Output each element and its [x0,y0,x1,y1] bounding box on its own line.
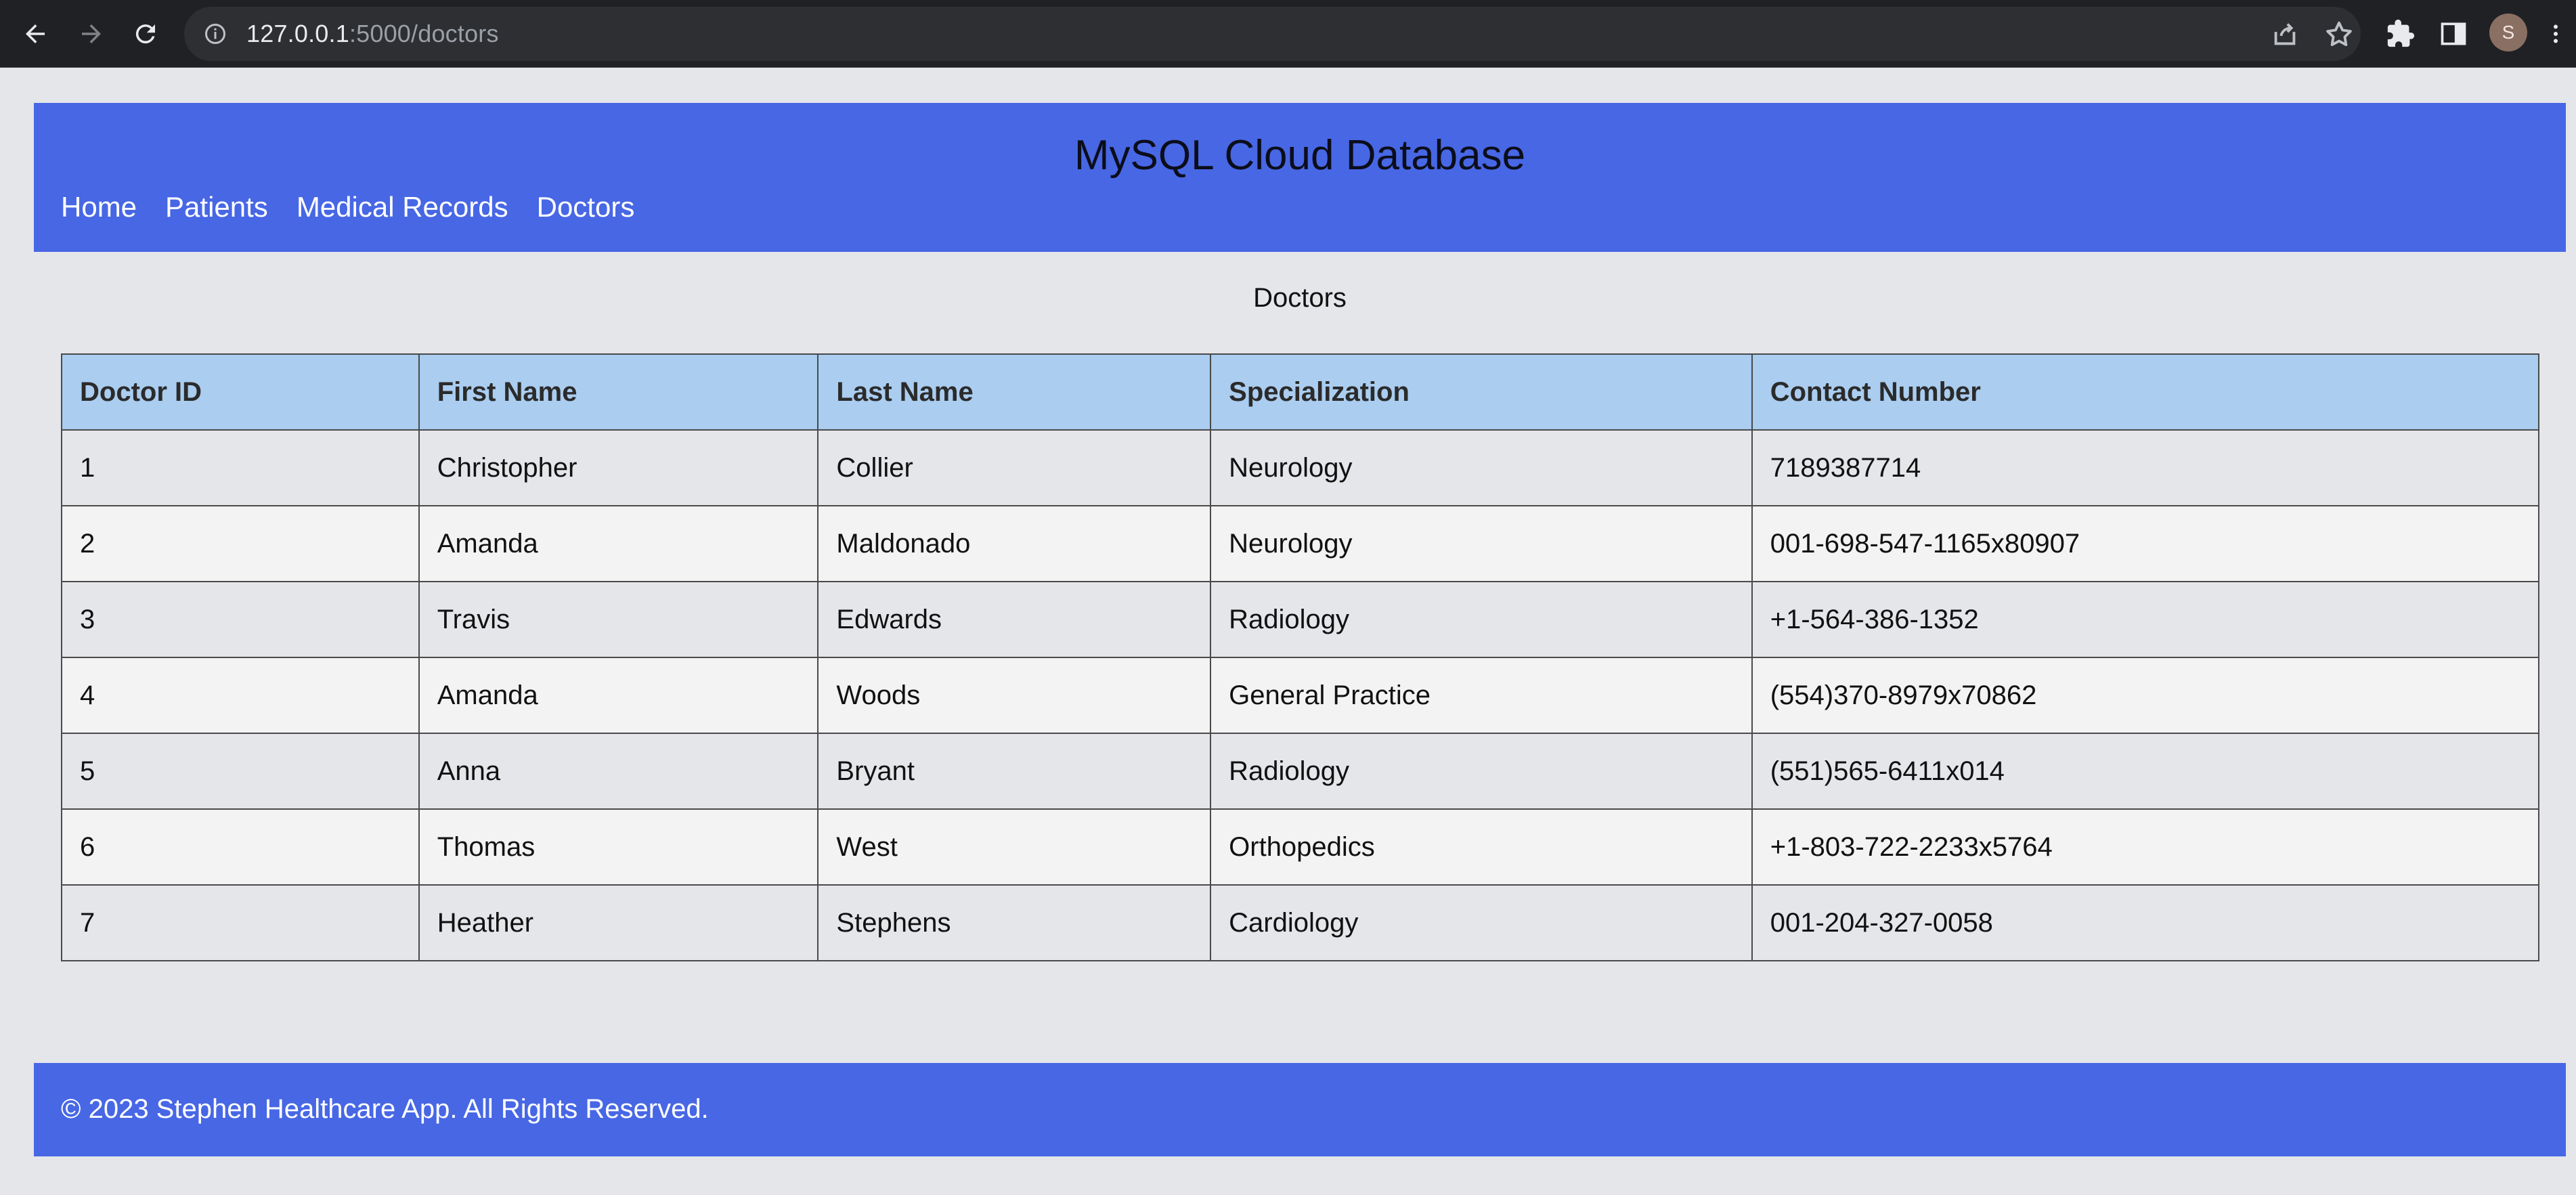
cell-doctor-id: 2 [61,505,420,582]
back-button[interactable] [15,14,56,54]
cell-specialization: Orthopedics [1210,808,1753,886]
cell-specialization: Neurology [1210,429,1753,506]
site-footer: © 2023 Stephen Healthcare App. All Right… [34,1063,2566,1156]
cell-contact-number: 7189387714 [1751,429,2540,506]
url-host: 127.0.0.1 [246,20,349,47]
column-header-last-name: Last Name [817,353,1212,431]
cell-first-name: Travis [418,581,819,658]
table-row: 6 Thomas West Orthopedics +1-803-722-223… [61,808,2540,886]
cell-last-name: West [817,808,1212,886]
table-row: 4 Amanda Woods General Practice (554)370… [61,657,2540,734]
table-row: 7 Heather Stephens Cardiology 001-204-32… [61,884,2540,961]
cell-first-name: Amanda [418,657,819,734]
puzzle-icon [2387,19,2415,47]
cell-first-name: Anna [418,733,819,810]
table-row: 3 Travis Edwards Radiology +1-564-386-13… [61,581,2540,658]
copyright-text: © 2023 Stephen Healthcare App. All Right… [61,1094,709,1124]
info-icon[interactable] [203,22,227,46]
address-bar[interactable]: 127.0.0.1:5000/doctors [184,7,2361,61]
cell-doctor-id: 4 [61,657,420,734]
reload-icon [135,24,155,44]
share-icon[interactable] [2269,19,2300,50]
nav-link-home[interactable]: Home [61,191,137,223]
cell-doctor-id: 5 [61,733,420,810]
site-header: MySQL Cloud Database Home Patients Medic… [34,103,2566,252]
cell-specialization: Neurology [1210,505,1753,582]
forward-button[interactable] [71,14,112,54]
page-title: Doctors [1253,283,1347,313]
nav-link-doctors[interactable]: Doctors [537,191,635,223]
extensions-button[interactable] [2383,16,2418,51]
table-row: 1 Christopher Collier Neurology 71893877… [61,429,2540,506]
cell-last-name: Woods [817,657,1212,734]
table-row: 5 Anna Bryant Radiology (551)565-6411x01… [61,733,2540,810]
cell-contact-number: +1-803-722-2233x5764 [1751,808,2540,886]
more-vert-icon [2554,24,2558,43]
cell-first-name: Christopher [418,429,819,506]
table-row: 2 Amanda Maldonado Neurology 001-698-547… [61,505,2540,582]
arrow-right-icon [82,24,101,43]
cell-last-name: Stephens [817,884,1212,961]
cell-first-name: Amanda [418,505,819,582]
column-header-doctor-id: Doctor ID [61,353,420,431]
cell-doctor-id: 1 [61,429,420,506]
cell-doctor-id: 7 [61,884,420,961]
cell-specialization: Radiology [1210,733,1753,810]
browser-menu-button[interactable] [2546,16,2566,51]
cell-contact-number: 001-204-327-0058 [1751,884,2540,961]
column-header-specialization: Specialization [1210,353,1753,431]
bookmark-star-icon[interactable] [2323,19,2355,50]
nav-link-medical-records[interactable]: Medical Records [297,191,508,223]
url-path: :5000/doctors [349,20,499,47]
side-panel-icon [2441,22,2466,45]
cell-specialization: General Practice [1210,657,1753,734]
cell-doctor-id: 3 [61,581,420,658]
cell-last-name: Edwards [817,581,1212,658]
table-header-row: Doctor ID First Name Last Name Specializ… [61,353,2540,431]
cell-contact-number: (551)565-6411x014 [1751,733,2540,810]
url-text[interactable]: 127.0.0.1:5000/doctors [246,20,499,48]
main-nav: Home Patients Medical Records Doctors [61,191,663,223]
cell-specialization: Radiology [1210,581,1753,658]
column-header-first-name: First Name [418,353,819,431]
cell-contact-number: +1-564-386-1352 [1751,581,2540,658]
cell-first-name: Heather [418,884,819,961]
cell-first-name: Thomas [418,808,819,886]
cell-doctor-id: 6 [61,808,420,886]
cell-last-name: Bryant [817,733,1212,810]
cell-contact-number: 001-698-547-1165x80907 [1751,505,2540,582]
avatar-letter: S [2502,22,2515,43]
cell-specialization: Cardiology [1210,884,1753,961]
cell-contact-number: (554)370-8979x70862 [1751,657,2540,734]
site-title: MySQL Cloud Database [1074,132,1526,179]
cell-last-name: Maldonado [817,505,1212,582]
arrow-left-icon [26,24,45,43]
profile-avatar[interactable]: S [2489,14,2527,51]
nav-link-patients[interactable]: Patients [165,191,268,223]
doctors-table: Doctor ID First Name Last Name Specializ… [61,353,2540,961]
reload-button[interactable] [125,14,166,54]
browser-toolbar: 127.0.0.1:5000/doctors S [0,0,2576,68]
side-panel-button[interactable] [2436,16,2471,51]
cell-last-name: Collier [817,429,1212,506]
column-header-contact-number: Contact Number [1751,353,2540,431]
